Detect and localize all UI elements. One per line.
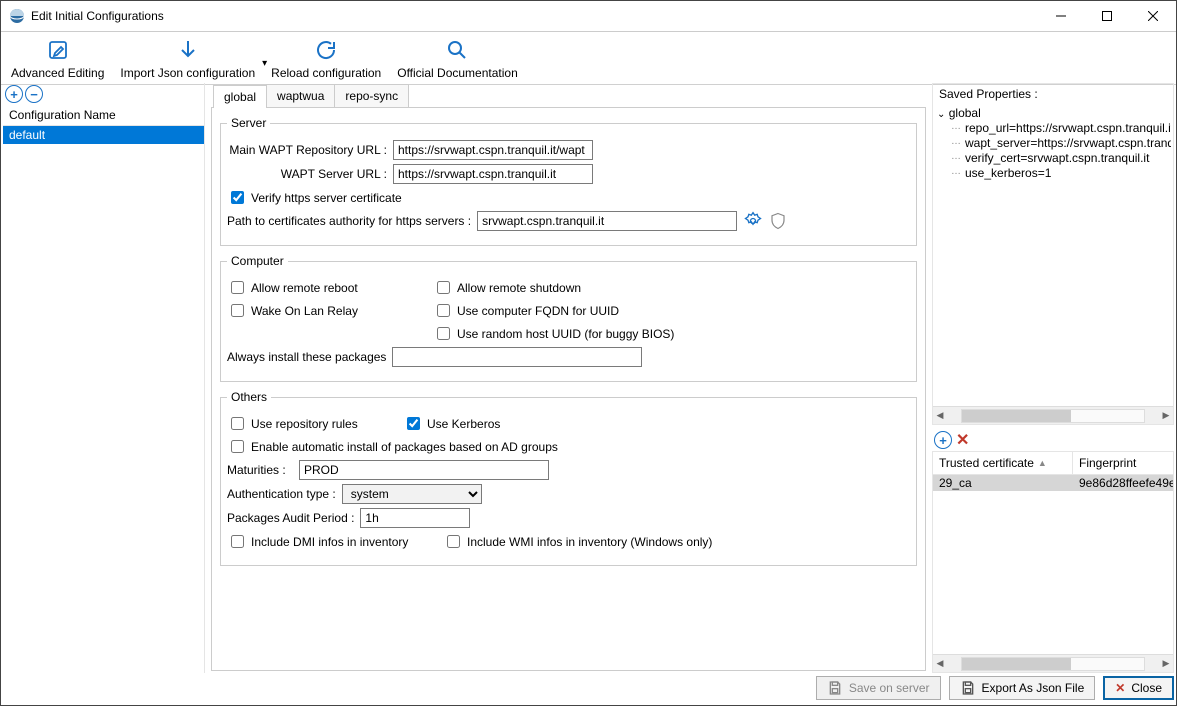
verify-cert-checkbox[interactable]: Verify https server certificate — [227, 188, 402, 207]
random-uuid-checkbox[interactable]: Use random host UUID (for buggy BIOS) — [433, 324, 674, 343]
fqdn-uuid-checkbox[interactable]: Use computer FQDN for UUID — [433, 301, 619, 320]
auth-type-select[interactable]: system — [342, 484, 482, 504]
cert-wheel-icon[interactable] — [743, 211, 763, 231]
add-config-button[interactable]: + — [5, 85, 23, 103]
others-group: Others Use repository rules Use Kerberos… — [220, 390, 917, 566]
tab-panel-global: Server Main WAPT Repository URL : WAPT S… — [211, 107, 926, 671]
audit-period-label: Packages Audit Period : — [227, 511, 354, 525]
config-list-pane: + − Configuration Name default — [3, 83, 205, 673]
toolbar: Advanced Editing Import Json configurati… — [1, 31, 1176, 85]
tab-reposync[interactable]: repo-sync — [334, 84, 409, 107]
search-icon — [445, 36, 469, 64]
save-icon — [960, 680, 976, 696]
tree-item[interactable]: repo_url=https://srvwapt.cspn.tranquil.i… — [935, 121, 1171, 136]
sort-asc-icon: ▲ — [1038, 458, 1047, 468]
minimize-button[interactable] — [1038, 1, 1084, 31]
allow-shutdown-checkbox[interactable]: Allow remote shutdown — [433, 278, 581, 297]
saved-props-pane: Saved Properties : ⌄ global repo_url=htt… — [932, 83, 1174, 425]
official-docs-button[interactable]: Official Documentation — [389, 36, 526, 80]
repo-url-label: Main WAPT Repository URL : — [227, 143, 387, 157]
cert-columns: Trusted certificate▲ Fingerprint — [933, 452, 1173, 475]
window: Edit Initial Configurations Advanced Edi… — [0, 0, 1177, 706]
saved-props-scroll[interactable]: ◀ ▶ — [933, 406, 1173, 424]
always-install-label: Always install these packages — [227, 350, 386, 364]
always-install-input[interactable] — [392, 347, 642, 367]
tree-item[interactable]: verify_cert=srvwapt.cspn.tranquil.it — [935, 151, 1171, 166]
window-title: Edit Initial Configurations — [31, 9, 164, 23]
reload-icon — [314, 36, 338, 64]
scroll-left-icon[interactable]: ◀ — [933, 409, 947, 423]
repo-rules-checkbox[interactable]: Use repository rules — [227, 414, 397, 433]
computer-group: Computer Allow remote reboot Allow remot… — [220, 254, 917, 382]
auth-type-label: Authentication type : — [227, 487, 336, 501]
download-icon — [176, 36, 200, 64]
delete-cert-button[interactable]: ✕ — [954, 430, 971, 450]
tab-row: global waptwua repo-sync — [209, 83, 928, 107]
saved-props-tree[interactable]: ⌄ global repo_url=https://srvwapt.cspn.t… — [933, 104, 1173, 406]
cert-pane: Trusted certificate▲ Fingerprint 29_ca 9… — [932, 451, 1174, 673]
right-pane: Saved Properties : ⌄ global repo_url=htt… — [932, 83, 1174, 673]
tree-item[interactable]: wapt_server=https://srvwapt.cspn.tranqui… — [935, 136, 1171, 151]
col-trusted-cert[interactable]: Trusted certificate▲ — [933, 452, 1073, 474]
wol-relay-checkbox[interactable]: Wake On Lan Relay — [227, 301, 427, 320]
server-url-label: WAPT Server URL : — [227, 167, 387, 181]
saved-props-title: Saved Properties : — [933, 84, 1173, 104]
tab-global[interactable]: global — [213, 85, 267, 108]
tree-root[interactable]: ⌄ global — [935, 106, 1171, 121]
footer: Save on server Export As Json File ✕ Clo… — [3, 675, 1174, 701]
cert-row[interactable]: 29_ca 9e86d28ffeefe49e4b — [933, 475, 1173, 491]
cert-path-label: Path to certificates authority for https… — [227, 214, 471, 228]
config-item-default[interactable]: default — [3, 126, 204, 144]
settings-pane: global waptwua repo-sync Server Main WAP… — [209, 83, 928, 673]
scroll-right-icon[interactable]: ▶ — [1159, 657, 1173, 671]
save-on-server-button[interactable]: Save on server — [816, 676, 941, 700]
pencil-icon — [46, 36, 70, 64]
close-icon: ✕ — [1115, 681, 1125, 695]
scroll-left-icon[interactable]: ◀ — [933, 657, 947, 671]
export-json-button[interactable]: Export As Json File — [949, 676, 1096, 700]
add-cert-button[interactable]: + — [934, 431, 952, 449]
titlebar: Edit Initial Configurations — [1, 1, 1176, 31]
cert-list[interactable]: 29_ca 9e86d28ffeefe49e4b — [933, 475, 1173, 654]
close-window-button[interactable] — [1130, 1, 1176, 31]
auto-ad-checkbox[interactable]: Enable automatic install of packages bas… — [227, 437, 558, 456]
config-list-header: Configuration Name — [3, 105, 204, 126]
shield-icon[interactable] — [769, 212, 787, 230]
scroll-right-icon[interactable]: ▶ — [1159, 409, 1173, 423]
maturities-label: Maturities : — [227, 463, 293, 477]
include-dmi-checkbox[interactable]: Include DMI infos in inventory — [227, 532, 437, 551]
maximize-button[interactable] — [1084, 1, 1130, 31]
import-json-button[interactable]: Import Json configuration ▾ — [112, 36, 263, 80]
server-url-input[interactable] — [393, 164, 593, 184]
repo-url-input[interactable] — [393, 140, 593, 160]
tree-item[interactable]: use_kerberos=1 — [935, 166, 1171, 181]
reload-config-button[interactable]: Reload configuration — [263, 36, 389, 80]
close-button[interactable]: ✕ Close — [1103, 676, 1174, 700]
cert-scroll[interactable]: ◀ ▶ — [933, 654, 1173, 672]
remove-config-button[interactable]: − — [25, 85, 43, 103]
server-group: Server Main WAPT Repository URL : WAPT S… — [220, 116, 917, 246]
advanced-editing-button[interactable]: Advanced Editing — [3, 36, 112, 80]
maturities-input[interactable] — [299, 460, 549, 480]
app-icon — [9, 8, 25, 24]
include-wmi-checkbox[interactable]: Include WMI infos in inventory (Windows … — [443, 532, 712, 551]
audit-period-input[interactable] — [360, 508, 470, 528]
config-list[interactable]: default — [3, 126, 204, 673]
save-icon — [827, 680, 843, 696]
col-fingerprint[interactable]: Fingerprint — [1073, 452, 1173, 474]
allow-reboot-checkbox[interactable]: Allow remote reboot — [227, 278, 427, 297]
chevron-down-icon[interactable]: ⌄ — [937, 109, 945, 120]
use-kerberos-checkbox[interactable]: Use Kerberos — [403, 414, 500, 433]
tab-waptwua[interactable]: waptwua — [266, 84, 335, 107]
cert-path-input[interactable] — [477, 211, 737, 231]
